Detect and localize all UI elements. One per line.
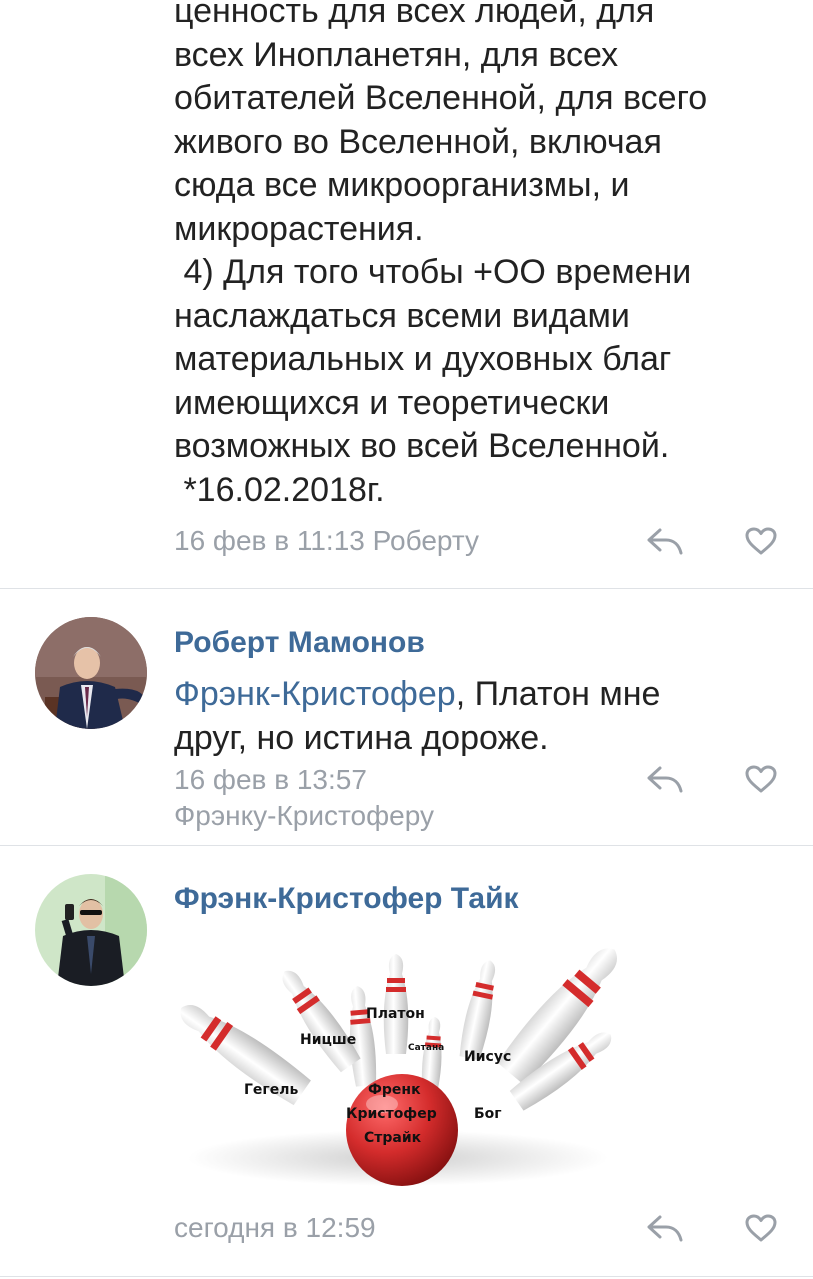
- reply-button[interactable]: [644, 523, 686, 559]
- comment-3: Фрэнк-Кристофер Тайк Платон Ницше Сатана…: [0, 846, 813, 1276]
- like-button[interactable]: [742, 523, 780, 559]
- heart-icon: [745, 765, 777, 793]
- heart-icon: [745, 527, 777, 555]
- divider: [0, 1276, 813, 1277]
- comment-meta[interactable]: 16 фев в 13:57 Фрэнку-Кристоферу: [174, 762, 434, 834]
- heart-icon: [745, 1214, 777, 1242]
- image-attachment[interactable]: Платон Ницше Сатана Иисус Гегель Френк К…: [174, 944, 622, 1189]
- label-nietzsche: Ницше: [300, 1032, 356, 1048]
- user-avatar[interactable]: [35, 617, 147, 729]
- author-name[interactable]: Роберт Мамонов: [174, 623, 425, 663]
- like-button[interactable]: [742, 1210, 780, 1246]
- reply-button[interactable]: [644, 1210, 686, 1246]
- label-ball-2: Кристофер: [346, 1106, 437, 1122]
- comment-meta[interactable]: 16 фев в 11:13 Роберту: [174, 523, 479, 559]
- label-hegel: Гегель: [244, 1082, 298, 1098]
- label-satan: Сатана: [408, 1043, 444, 1053]
- reply-icon: [647, 766, 683, 793]
- comment-1: ценность для всех людей, для всех Инопла…: [0, 0, 813, 588]
- user-avatar[interactable]: [35, 874, 147, 986]
- avatar-photo: [35, 874, 147, 986]
- label-god: Бог: [474, 1106, 502, 1122]
- mention-link[interactable]: Фрэнк-Кристофер: [174, 675, 456, 713]
- label-ball-3: Страйк: [364, 1130, 422, 1146]
- comment-meta[interactable]: сегодня в 12:59: [174, 1210, 376, 1246]
- comment-text: ценность для всех людей, для всех Инопла…: [174, 0, 708, 509]
- author-name[interactable]: Фрэнк-Кристофер Тайк: [174, 879, 519, 919]
- label-ball-1: Френк: [368, 1082, 421, 1098]
- reply-icon: [647, 528, 683, 555]
- comment-2: Роберт Мамонов Фрэнк-Кристофер, Платон м…: [0, 589, 813, 845]
- like-button[interactable]: [742, 761, 780, 797]
- avatar-photo: [35, 617, 147, 729]
- label-jesus: Иисус: [464, 1049, 511, 1065]
- label-plato: Платон: [366, 1006, 425, 1022]
- comment-text: Фрэнк-Кристофер, Платон мне друг, но ист…: [174, 673, 783, 760]
- reply-button[interactable]: [644, 761, 686, 797]
- bowling-pins-image: Платон Ницше Сатана Иисус Гегель Френк К…: [180, 948, 617, 1186]
- reply-icon: [647, 1215, 683, 1242]
